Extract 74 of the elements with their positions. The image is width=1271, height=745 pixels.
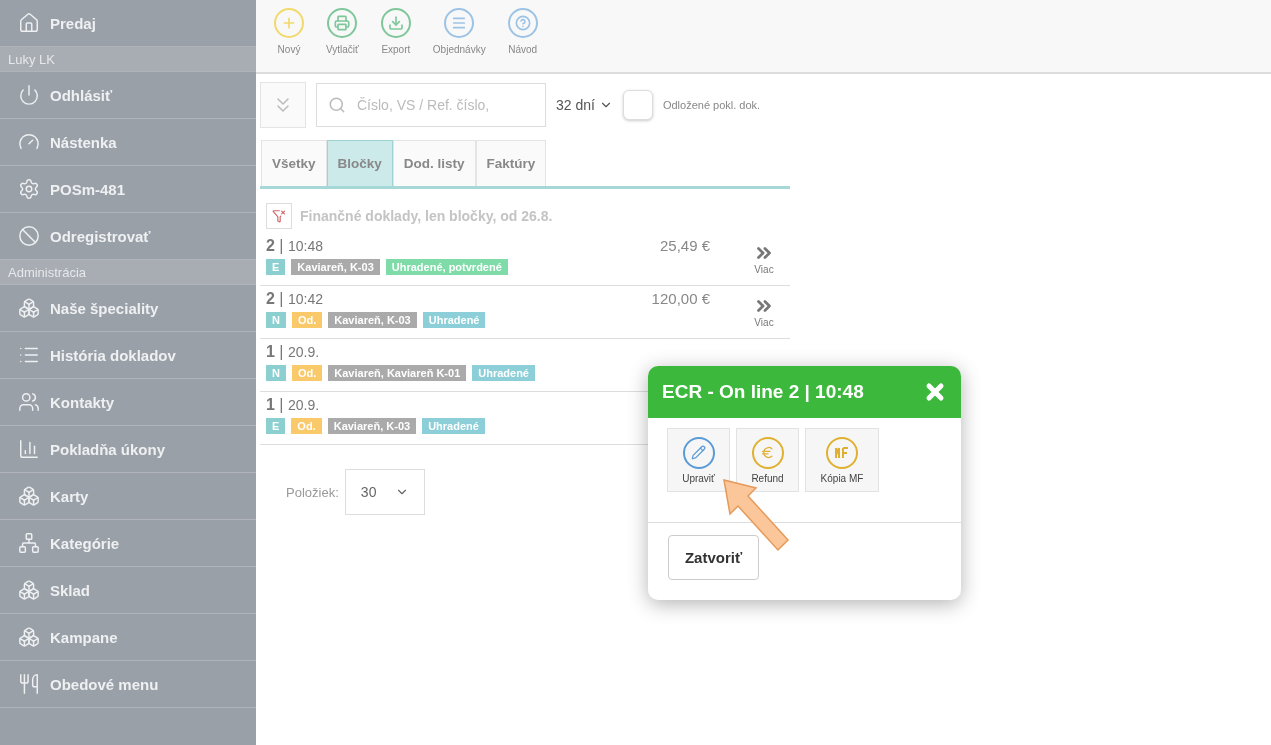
- checkbox[interactable]: [622, 90, 653, 120]
- tag: Od.: [291, 418, 322, 434]
- tag: E: [266, 418, 286, 434]
- sidebar-item[interactable]: Nástenka: [0, 119, 256, 166]
- record-amount: 25,49 €: [659, 237, 710, 255]
- tag: Kaviareň, K-03: [328, 312, 417, 328]
- record-number: 2 | 10:42: [266, 290, 323, 308]
- sidebar-item[interactable]: História dokladov: [0, 332, 256, 379]
- tag: Uhradené: [472, 365, 535, 381]
- bars-icon: [18, 438, 40, 460]
- gear-icon: [18, 178, 40, 200]
- tag: Kaviareň, K-03: [327, 418, 417, 434]
- sidebar-section: Administrácia: [0, 260, 256, 285]
- tab[interactable]: Všetky: [261, 140, 327, 186]
- tag: Kaviareň, Kaviareň K-01: [328, 365, 467, 381]
- filter-clear-icon[interactable]: [266, 203, 292, 229]
- tag: Uhradené: [422, 418, 485, 434]
- boxes-icon: [18, 579, 40, 601]
- toolbar-button[interactable]: Export: [380, 8, 411, 72]
- sidebar-item[interactable]: Obedové menu: [0, 661, 256, 708]
- expand-button[interactable]: [260, 82, 306, 128]
- checkbox-label: Odložené pokl. dok.: [662, 99, 761, 111]
- record-number: 2 | 10:48: [266, 237, 323, 255]
- boxes-icon: [18, 485, 40, 507]
- sidebar-item[interactable]: Sklad: [0, 567, 256, 614]
- sidebar-item[interactable]: Odhlásiť: [0, 72, 256, 119]
- toolbar-button[interactable]: Vytlačiť: [326, 8, 359, 72]
- sidebar-section: Luky LK: [0, 47, 256, 72]
- sidebar-item[interactable]: POSm-481: [0, 166, 256, 213]
- more-link[interactable]: Viac: [738, 237, 790, 275]
- people-icon: [18, 391, 40, 413]
- boxes-icon: [18, 297, 40, 319]
- sidebar-item[interactable]: Karty: [0, 473, 256, 520]
- page-size-select[interactable]: 30: [344, 469, 425, 515]
- tab[interactable]: Dod. listy: [392, 140, 476, 186]
- search-field[interactable]: Číslo, VS / Ref. číslo,: [316, 83, 546, 127]
- search-icon: [328, 96, 346, 114]
- power-icon: [18, 84, 40, 106]
- sidebar-item[interactable]: Kampane: [0, 614, 256, 661]
- close-button[interactable]: Zatvoriť: [668, 535, 759, 580]
- tag: Od.: [291, 365, 323, 381]
- action-button[interactable]: Upraviť: [667, 428, 730, 492]
- action-button[interactable]: Kópia MF: [805, 428, 879, 492]
- tab[interactable]: Faktúry: [475, 140, 547, 186]
- toolbar-button[interactable]: Návod: [507, 8, 538, 72]
- filter-summary: Finančné doklady, len bločky, od 26.8.: [300, 208, 553, 224]
- pager-label: Položiek:: [286, 484, 339, 500]
- record-amount: 120,00 €: [651, 290, 710, 308]
- record-number: 1 | 20.9.: [266, 396, 320, 414]
- sidebar-item[interactable]: Kategórie: [0, 520, 256, 567]
- period-dropdown[interactable]: 32 dní: [556, 97, 613, 113]
- tag: Uhradené: [422, 312, 486, 328]
- tag: E: [266, 259, 286, 275]
- tag: Kaviareň, K-03: [291, 259, 380, 275]
- record-row[interactable]: 2 | 10:42 120,00 € N Od. Kaviareň, K-03 Uhradené Viac: [260, 286, 790, 339]
- tag: N: [266, 365, 286, 381]
- tag: Od.: [291, 312, 323, 328]
- tab[interactable]: Bločky: [326, 140, 393, 186]
- sidebar-item[interactable]: Naše špeciality: [0, 285, 256, 332]
- sidebar-item[interactable]: Kontakty: [0, 379, 256, 426]
- boxes-icon: [18, 626, 40, 648]
- more-link[interactable]: Viac: [738, 290, 790, 328]
- tag: N: [266, 312, 286, 328]
- sidebar-item[interactable]: Pokladňa úkony: [0, 426, 256, 473]
- toolbar-button[interactable]: Nový: [274, 8, 304, 72]
- ban-icon: [18, 225, 40, 247]
- tree-icon: [18, 532, 40, 554]
- toolbar-button[interactable]: Objednávky: [432, 8, 486, 72]
- house-icon: [18, 12, 40, 34]
- action-button[interactable]: Refund: [736, 428, 799, 492]
- tag: Uhradené, potvrdené: [385, 259, 508, 275]
- cutlery-icon: [18, 673, 40, 695]
- record-row[interactable]: 2 | 10:48 25,49 € E Kaviareň, K-03 Uhradené, potvrdené Viac: [260, 233, 790, 286]
- record-number: 1 | 20.9.: [266, 343, 320, 361]
